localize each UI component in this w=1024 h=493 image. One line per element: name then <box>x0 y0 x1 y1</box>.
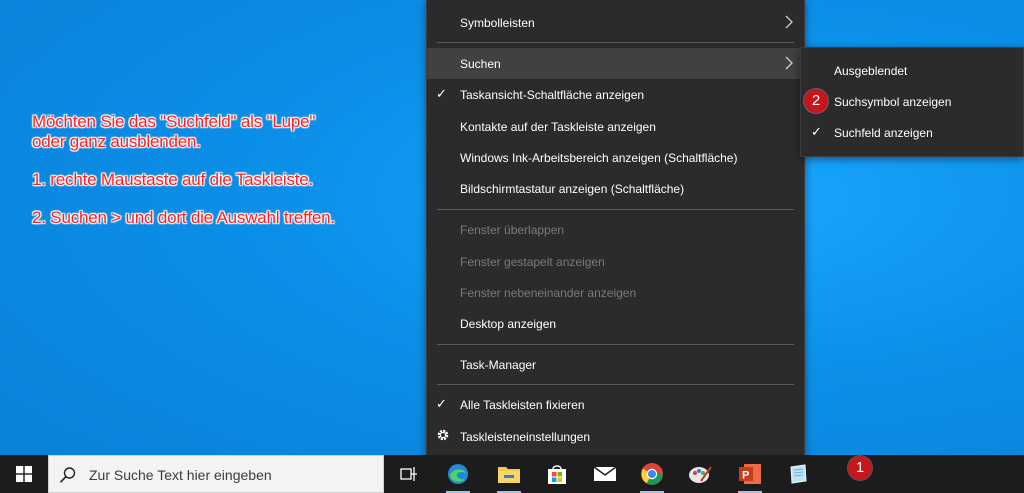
paint-palette-icon <box>689 466 712 483</box>
annotation-step-1: 1. rechte Maustaste auf die Taskleiste. <box>32 170 314 189</box>
gear-icon <box>437 429 449 441</box>
checkmark-icon: ✓ <box>811 124 822 139</box>
suchen-submenu: Ausgeblendet Suchsymbol anzeigen ✓ Suchf… <box>800 47 1024 157</box>
submenu-item-label: Ausgeblendet <box>834 63 908 78</box>
folder-icon <box>498 467 520 483</box>
taskbar-app-explorer[interactable] <box>493 458 525 493</box>
checkmark-icon: ✓ <box>436 86 447 101</box>
menu-item-desktop-anzeigen[interactable]: Desktop anzeigen <box>427 308 804 339</box>
submenu-item-ausgeblendet[interactable]: Ausgeblendet <box>801 55 1023 86</box>
menu-item-fenster-nebeneinander: Fenster nebeneinander anzeigen <box>427 277 804 308</box>
menu-item-label: Symbolleisten <box>460 15 535 30</box>
annotation-line-1: Möchten Sie das "Suchfeld" als "Lupe" <box>32 112 316 131</box>
menu-item-fenster-gestapelt: Fenster gestapelt anzeigen <box>427 246 804 277</box>
menu-item-windows-ink[interactable]: Windows Ink-Arbeitsbereich anzeigen (Sch… <box>427 142 804 173</box>
menu-item-label: Task-Manager <box>460 357 537 372</box>
menu-item-label: Bildschirmtastatur anzeigen (Schaltfläch… <box>460 181 685 196</box>
menu-item-taskleisteneinstellungen[interactable]: Taskleisteneinstellungen <box>427 421 804 452</box>
taskbar-search-box[interactable]: Zur Suche Text hier eingeben <box>48 455 384 493</box>
submenu-item-suchfeld[interactable]: ✓ Suchfeld anzeigen <box>801 117 1023 148</box>
menu-item-fenster-ueberlappen: Fenster überlappen <box>427 214 804 245</box>
checkmark-icon: ✓ <box>436 396 447 411</box>
search-placeholder: Zur Suche Text hier eingeben <box>89 467 272 483</box>
menu-separator <box>437 42 794 43</box>
menu-item-label: Fenster nebeneinander anzeigen <box>460 285 637 300</box>
task-view-button[interactable] <box>393 458 425 490</box>
taskbar-app-store[interactable] <box>541 458 573 490</box>
taskbar-context-menu: Symbolleisten Suchen ✓ Taskansicht-Schal… <box>426 0 805 458</box>
windows-logo-icon <box>16 466 32 482</box>
svg-text:P: P <box>742 470 749 482</box>
annotation-line-2: oder ganz ausblenden. <box>32 132 201 151</box>
menu-item-label: Taskansicht-Schaltfläche anzeigen <box>460 87 645 102</box>
menu-item-label: Kontakte auf der Taskleiste anzeigen <box>460 119 656 134</box>
notepad-icon <box>790 464 807 484</box>
edge-browser-icon <box>448 464 468 484</box>
mail-icon <box>593 466 617 481</box>
menu-item-symbolleisten[interactable]: Symbolleisten <box>427 7 804 38</box>
menu-item-label: Alle Taskleisten fixieren <box>460 397 585 412</box>
instruction-annotation: Möchten Sie das "Suchfeld" als "Lupe" od… <box>32 112 412 246</box>
chrome-icon <box>641 463 663 485</box>
menu-item-task-manager[interactable]: Task-Manager <box>427 349 804 380</box>
menu-item-taskansicht[interactable]: ✓ Taskansicht-Schaltfläche anzeigen <box>427 79 804 110</box>
store-bag-icon <box>548 465 566 484</box>
menu-item-bildschirmtastatur[interactable]: Bildschirmtastatur anzeigen (Schaltfläch… <box>427 173 804 204</box>
annotation-badge-1: 1 <box>848 456 872 480</box>
submenu-item-label: Suchfeld anzeigen <box>834 125 933 140</box>
taskbar-app-glass[interactable] <box>782 458 814 490</box>
menu-item-label: Fenster gestapelt anzeigen <box>460 254 605 269</box>
taskbar-app-powerpoint[interactable]: P <box>734 458 766 493</box>
submenu-item-suchsymbol[interactable]: Suchsymbol anzeigen <box>801 86 1023 117</box>
chevron-right-icon <box>785 15 793 29</box>
menu-item-label: Windows Ink-Arbeitsbereich anzeigen (Sch… <box>460 150 738 165</box>
menu-item-kontakte[interactable]: Kontakte auf der Taskleiste anzeigen <box>427 111 804 142</box>
taskbar-app-mail[interactable] <box>589 458 621 490</box>
menu-item-label: Taskleisteneinstellungen <box>460 429 591 444</box>
annotation-badge-2: 2 <box>804 89 828 113</box>
menu-item-taskleisten-fixieren[interactable]: ✓ Alle Taskleisten fixieren <box>427 389 804 420</box>
task-view-icon <box>400 467 417 481</box>
menu-separator <box>437 209 794 210</box>
chevron-right-icon <box>785 56 793 70</box>
taskbar-app-paint[interactable] <box>684 458 716 490</box>
menu-item-label: Desktop anzeigen <box>460 316 557 331</box>
taskbar-app-edge[interactable] <box>442 458 474 493</box>
taskbar-app-chrome[interactable] <box>636 458 668 493</box>
menu-separator <box>437 344 794 345</box>
annotation-step-2: 2. Suchen > und dort die Auswahl treffen… <box>32 208 335 227</box>
search-icon <box>59 467 76 483</box>
menu-item-suchen[interactable]: Suchen <box>427 48 804 79</box>
menu-item-label: Suchen <box>460 56 501 71</box>
submenu-item-label: Suchsymbol anzeigen <box>834 94 952 109</box>
menu-separator <box>437 384 794 385</box>
menu-item-label: Fenster überlappen <box>460 222 565 237</box>
start-button[interactable] <box>0 455 48 493</box>
powerpoint-icon: P <box>739 464 761 484</box>
